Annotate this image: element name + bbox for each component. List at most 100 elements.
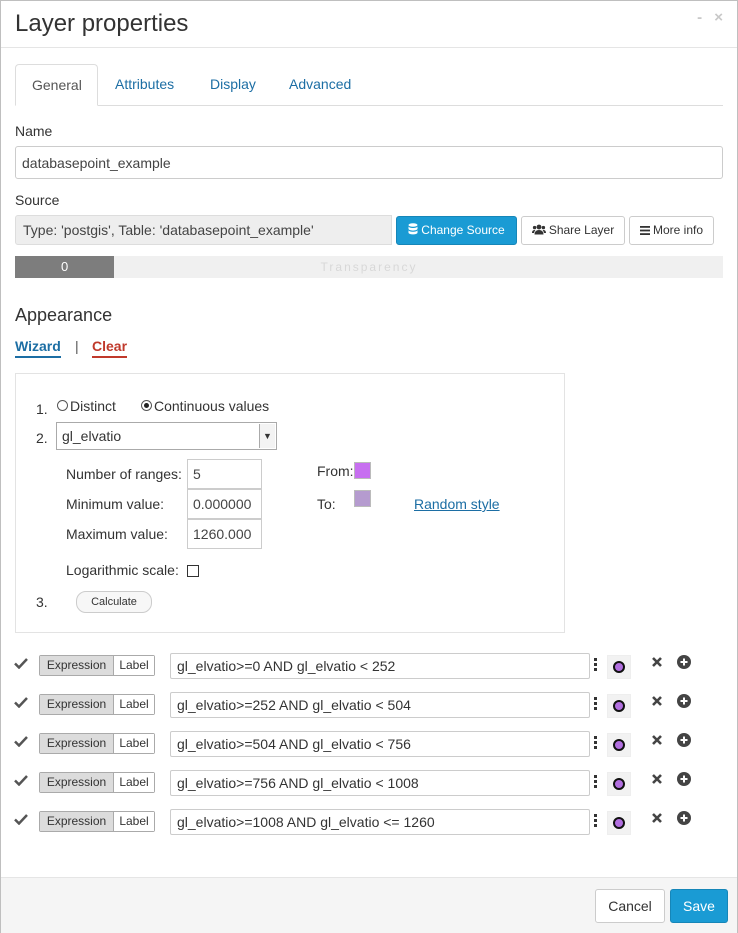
dialog-footer: Cancel Save bbox=[1, 877, 737, 933]
cancel-button[interactable]: Cancel bbox=[595, 889, 665, 923]
database-icon bbox=[408, 223, 418, 235]
rule-expression-input[interactable] bbox=[170, 731, 590, 757]
check-icon[interactable] bbox=[14, 813, 28, 825]
rule-expression-input[interactable] bbox=[170, 692, 590, 718]
more-vertical-icon[interactable] bbox=[594, 775, 598, 790]
attribute-select-value: gl_elvatio bbox=[62, 428, 122, 444]
expression-toggle[interactable]: Expression bbox=[40, 773, 114, 792]
appearance-title: Appearance bbox=[15, 305, 113, 325]
from-color-label: From: bbox=[317, 463, 354, 479]
add-circle-icon[interactable] bbox=[677, 694, 691, 708]
random-style-link[interactable]: Random style bbox=[414, 496, 500, 512]
label-toggle[interactable]: Label bbox=[114, 695, 154, 714]
transparency-slider[interactable]: Transparency 0 bbox=[15, 256, 723, 278]
minimize-icon[interactable]: - bbox=[697, 9, 702, 26]
close-icon[interactable]: × bbox=[714, 9, 723, 26]
clear-link[interactable]: Clear bbox=[92, 338, 128, 358]
chevron-down-icon[interactable]: ▼ bbox=[259, 424, 275, 448]
users-icon bbox=[531, 224, 546, 235]
more-vertical-icon[interactable] bbox=[594, 736, 598, 751]
label-toggle[interactable]: Label bbox=[114, 812, 154, 831]
tab-attributes[interactable]: Attributes bbox=[99, 64, 190, 105]
remove-icon[interactable] bbox=[651, 734, 663, 746]
label-toggle[interactable]: Label bbox=[114, 656, 154, 675]
rule-expression-input[interactable] bbox=[170, 653, 590, 679]
name-input[interactable] bbox=[15, 146, 723, 179]
share-layer-label: Share Layer bbox=[548, 223, 615, 237]
symbol-preview-icon[interactable] bbox=[607, 772, 631, 796]
wizard-link[interactable]: Wizard bbox=[15, 338, 61, 358]
change-source-label: Change Source bbox=[421, 223, 505, 237]
tab-display[interactable]: Display bbox=[194, 64, 272, 105]
tab-general[interactable]: General bbox=[15, 64, 98, 106]
more-vertical-icon[interactable] bbox=[594, 814, 598, 829]
remove-icon[interactable] bbox=[651, 773, 663, 785]
log-scale-checkbox[interactable] bbox=[187, 565, 199, 577]
transparency-handle[interactable]: 0 bbox=[15, 256, 115, 278]
distinct-label[interactable]: Distinct bbox=[70, 398, 116, 414]
distinct-radio[interactable] bbox=[57, 400, 68, 411]
symbol-preview-icon[interactable] bbox=[607, 733, 631, 757]
attribute-select[interactable]: gl_elvatio ▼ bbox=[56, 422, 277, 450]
add-circle-icon[interactable] bbox=[677, 811, 691, 825]
check-icon[interactable] bbox=[14, 696, 28, 708]
layer-properties-dialog: Layer properties - × General Attributes … bbox=[0, 0, 738, 933]
expression-toggle[interactable]: Expression bbox=[40, 656, 114, 675]
rule-row: Expression Label bbox=[1, 731, 737, 757]
check-icon[interactable] bbox=[14, 774, 28, 786]
to-color-label: To: bbox=[317, 496, 336, 512]
to-color-swatch[interactable] bbox=[354, 490, 371, 507]
num-ranges-label: Number of ranges: bbox=[66, 466, 182, 482]
more-info-button[interactable]: More info bbox=[629, 216, 714, 245]
from-color-swatch[interactable] bbox=[354, 462, 371, 479]
continuous-radio[interactable] bbox=[141, 400, 152, 411]
expression-toggle[interactable]: Expression bbox=[40, 695, 114, 714]
remove-icon[interactable] bbox=[651, 656, 663, 668]
check-icon[interactable] bbox=[14, 735, 28, 747]
rule-row: Expression Label bbox=[1, 653, 737, 679]
source-label: Source bbox=[15, 192, 60, 208]
expression-toggle[interactable]: Expression bbox=[40, 734, 114, 753]
rule-expression-input[interactable] bbox=[170, 809, 590, 835]
tab-bar: General Attributes Display Advanced bbox=[15, 64, 723, 106]
expression-label-toggle: Expression Label bbox=[39, 655, 155, 676]
wizard-panel: 1. Distinct Continuous values 2. gl_elva… bbox=[15, 373, 565, 633]
share-layer-button[interactable]: Share Layer bbox=[521, 216, 625, 245]
add-circle-icon[interactable] bbox=[677, 772, 691, 786]
more-vertical-icon[interactable] bbox=[594, 697, 598, 712]
label-toggle[interactable]: Label bbox=[114, 734, 154, 753]
min-value-label: Minimum value: bbox=[66, 496, 165, 512]
rule-row: Expression Label bbox=[1, 770, 737, 796]
step-2-number: 2. bbox=[36, 430, 48, 446]
continuous-label[interactable]: Continuous values bbox=[154, 398, 269, 414]
more-vertical-icon[interactable] bbox=[594, 658, 598, 673]
expression-label-toggle: Expression Label bbox=[39, 772, 155, 793]
symbol-preview-icon[interactable] bbox=[607, 811, 631, 835]
min-value-input[interactable] bbox=[187, 489, 262, 519]
rule-expression-input[interactable] bbox=[170, 770, 590, 796]
add-circle-icon[interactable] bbox=[677, 733, 691, 747]
rule-row: Expression Label bbox=[1, 692, 737, 718]
num-ranges-input[interactable] bbox=[187, 459, 262, 489]
expression-label-toggle: Expression Label bbox=[39, 733, 155, 754]
step-1-number: 1. bbox=[36, 401, 48, 417]
add-circle-icon[interactable] bbox=[677, 655, 691, 669]
check-icon[interactable] bbox=[14, 657, 28, 669]
remove-icon[interactable] bbox=[651, 695, 663, 707]
max-value-label: Maximum value: bbox=[66, 526, 168, 542]
window-controls: - × bbox=[689, 9, 723, 26]
transparency-label: Transparency bbox=[320, 260, 418, 274]
save-button[interactable]: Save bbox=[670, 889, 728, 923]
symbol-preview-icon[interactable] bbox=[607, 655, 631, 679]
link-separator: | bbox=[75, 338, 79, 354]
dialog-title: Layer properties bbox=[15, 10, 189, 37]
expression-toggle[interactable]: Expression bbox=[40, 812, 114, 831]
change-source-button[interactable]: Change Source bbox=[396, 216, 517, 245]
label-toggle[interactable]: Label bbox=[114, 773, 154, 792]
more-info-label: More info bbox=[652, 223, 704, 237]
symbol-preview-icon[interactable] bbox=[607, 694, 631, 718]
max-value-input[interactable] bbox=[187, 519, 262, 549]
remove-icon[interactable] bbox=[651, 812, 663, 824]
tab-advanced[interactable]: Advanced bbox=[273, 64, 367, 105]
calculate-button[interactable]: Calculate bbox=[76, 591, 152, 613]
